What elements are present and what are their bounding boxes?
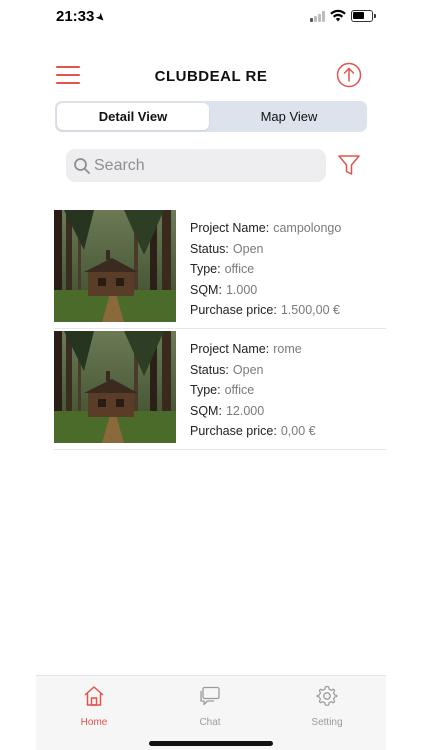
- tab-map-view[interactable]: Map View: [213, 103, 365, 130]
- gear-icon: [316, 685, 338, 706]
- cellular-signal-icon: [310, 11, 326, 22]
- view-toggle: Detail View Map View: [55, 101, 367, 132]
- status-bar: 21:33➤: [0, 0, 422, 34]
- status-time-text: 21:33: [56, 8, 95, 25]
- status-value: Open: [232, 241, 264, 256]
- home-icon: [84, 686, 104, 706]
- purchase-price-value: 0,00 €: [280, 424, 316, 438]
- search-input[interactable]: [94, 154, 319, 177]
- status-value: Open: [232, 362, 264, 377]
- project-details: Project Name: rome Status: Open Type: offic…: [190, 339, 316, 442]
- type-label: Type:: [190, 383, 221, 397]
- bottom-tab-bar: Home Chat Setting: [36, 675, 386, 750]
- project-thumbnail: [54, 210, 176, 322]
- project-list: Project Name: campolongo Status: Open Type…: [54, 208, 386, 450]
- chat-icon: [200, 686, 220, 706]
- project-list-item[interactable]: Project Name: rome Status: Open Type: offic…: [54, 329, 386, 450]
- purchase-price-label: Purchase price:: [190, 424, 277, 438]
- tab-setting[interactable]: Setting: [277, 684, 377, 728]
- project-name-label: Project Name:: [190, 342, 270, 356]
- app-header: CLUBDEAL RE: [36, 56, 386, 98]
- status-label: Status:: [190, 241, 229, 256]
- tab-home-label: Home: [80, 717, 108, 728]
- type-value: office: [224, 383, 255, 397]
- tab-home[interactable]: Home: [44, 684, 144, 728]
- sqm-label: SQM:: [190, 282, 222, 297]
- tab-setting-label: Setting: [311, 717, 343, 728]
- project-name-value: campolongo: [273, 221, 342, 235]
- sqm-value: 1.000: [225, 282, 258, 297]
- status-label: Status:: [190, 362, 229, 377]
- project-list-item[interactable]: Project Name: campolongo Status: Open Type…: [54, 208, 386, 329]
- sqm-value: 12.000: [225, 403, 265, 418]
- project-thumbnail: [54, 331, 176, 443]
- tab-chat[interactable]: Chat: [160, 684, 260, 728]
- status-time: 21:33➤: [56, 8, 109, 26]
- page-title: CLUBDEAL RE: [154, 68, 268, 85]
- tab-chat-label: Chat: [199, 717, 221, 728]
- sqm-label: SQM:: [190, 403, 222, 418]
- type-value: office: [224, 262, 255, 276]
- project-details: Project Name: campolongo Status: Open Type…: [190, 218, 341, 321]
- purchase-price-label: Purchase price:: [190, 303, 277, 317]
- wifi-icon: [330, 9, 346, 22]
- filter-icon[interactable]: [336, 152, 362, 178]
- upload-icon[interactable]: [336, 62, 362, 88]
- battery-icon: [351, 10, 376, 22]
- location-arrow-icon: ➤: [93, 10, 109, 26]
- project-name-label: Project Name:: [190, 221, 270, 235]
- home-indicator: [149, 741, 273, 746]
- search-icon: [74, 158, 90, 174]
- type-label: Type:: [190, 262, 221, 276]
- search-bar: [66, 149, 326, 182]
- purchase-price-value: 1.500,00 €: [280, 303, 340, 317]
- tab-detail-view[interactable]: Detail View: [57, 103, 209, 130]
- project-name-value: rome: [273, 342, 302, 356]
